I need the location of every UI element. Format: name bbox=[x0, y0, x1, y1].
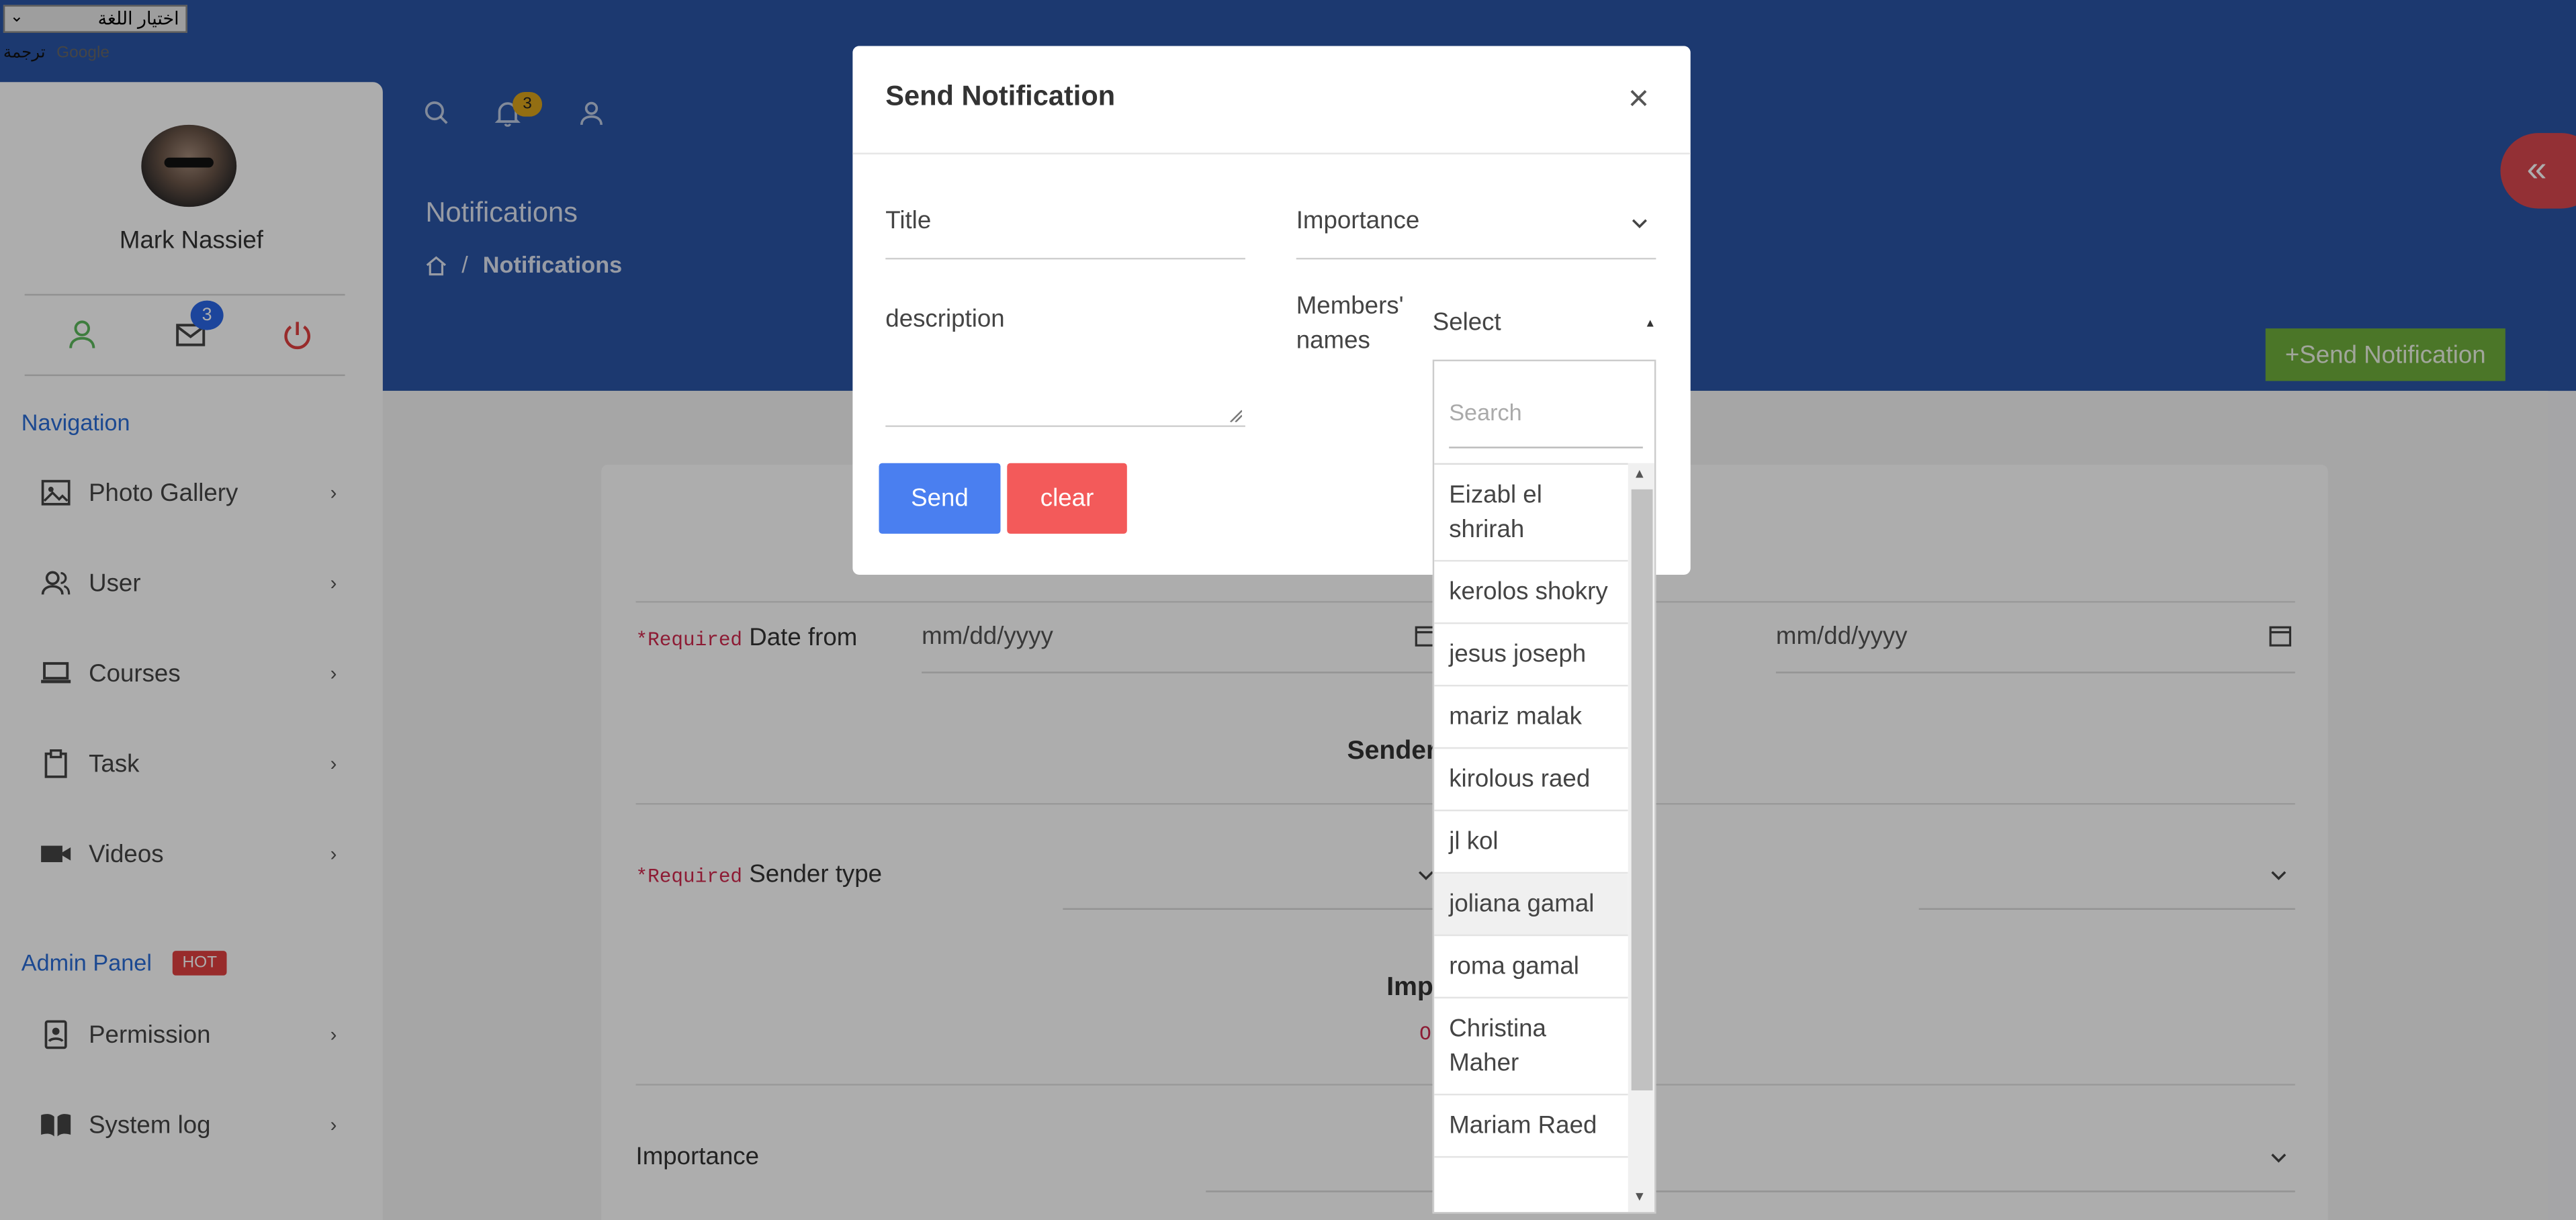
list-item[interactable]: kirolous raed bbox=[1434, 749, 1628, 812]
scroll-down-icon[interactable]: ▼ bbox=[1633, 1189, 1646, 1204]
close-icon[interactable]: × bbox=[1628, 78, 1649, 118]
modal-title: Send Notification bbox=[885, 80, 1116, 112]
title-field[interactable]: Title bbox=[885, 207, 1245, 260]
members-dropdown: Search Eizabl el shrirah kerolos shokry … bbox=[1432, 359, 1656, 1214]
list-item[interactable]: Christina Maher bbox=[1434, 998, 1628, 1096]
list-item[interactable]: Eizabl el shrirah bbox=[1434, 465, 1628, 562]
scrollbar-thumb[interactable] bbox=[1631, 489, 1653, 1091]
resize-handle-icon[interactable] bbox=[1229, 409, 1243, 422]
list-item[interactable]: roma gamal bbox=[1434, 936, 1628, 999]
list-item[interactable]: jl kol bbox=[1434, 811, 1628, 874]
list-item[interactable]: mariz malak bbox=[1434, 686, 1628, 749]
members-label-line1: Members' bbox=[1296, 292, 1404, 320]
importance-select[interactable]: Importance bbox=[1296, 207, 1656, 260]
description-field-label: description bbox=[885, 305, 1005, 334]
clear-button[interactable]: clear bbox=[1007, 463, 1127, 534]
list-item[interactable]: kerolos shokry bbox=[1434, 561, 1628, 624]
members-select[interactable]: Select bbox=[1433, 295, 1656, 358]
members-names-label: Members' names bbox=[1296, 289, 1404, 358]
title-field-label: Title bbox=[885, 207, 932, 235]
modal-divider bbox=[852, 152, 1691, 154]
list-item[interactable]: jesus joseph bbox=[1434, 624, 1628, 687]
members-label-line2: names bbox=[1296, 326, 1370, 355]
importance-field-label: Importance bbox=[1296, 207, 1420, 235]
scroll-up-icon[interactable]: ▲ bbox=[1633, 467, 1646, 481]
members-search-input[interactable]: Search bbox=[1449, 391, 1643, 449]
list-item-highlighted[interactable]: joliana gamal bbox=[1434, 874, 1628, 937]
list-item[interactable]: Mariam Raed bbox=[1434, 1095, 1628, 1158]
send-button[interactable]: Send bbox=[879, 463, 1001, 534]
dropdown-scrollbar[interactable]: ▲ ▼ bbox=[1628, 463, 1654, 1213]
members-list: Eizabl el shrirah kerolos shokry jesus j… bbox=[1434, 463, 1628, 1214]
caret-up-icon: ▲ bbox=[1644, 318, 1656, 330]
chevron-down-icon bbox=[1632, 219, 1647, 228]
description-field[interactable]: description bbox=[885, 306, 1245, 427]
